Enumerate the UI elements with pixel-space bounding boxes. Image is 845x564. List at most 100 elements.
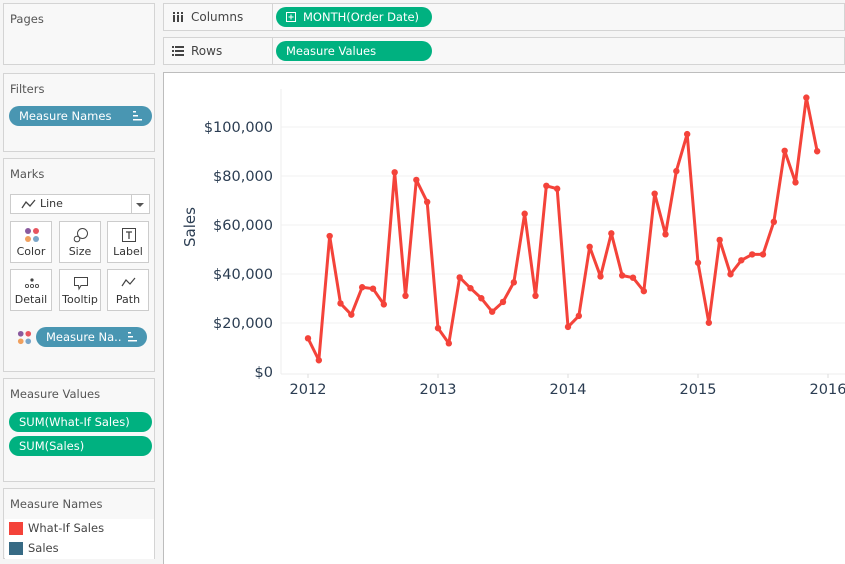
data-point[interactable] [694, 259, 702, 266]
data-point[interactable] [738, 257, 745, 264]
color-dots-icon [25, 228, 39, 242]
y-tick-label: $60,000 [213, 218, 273, 234]
data-point[interactable] [770, 218, 778, 226]
x-tick-label: 2014 [550, 382, 587, 398]
data-point[interactable] [662, 231, 669, 238]
mark-type-dropdown[interactable]: Line [10, 194, 150, 214]
chevron-down-icon[interactable] [131, 195, 149, 213]
size-button[interactable]: Size [59, 221, 101, 263]
rows-pill-label: Measure Values [286, 44, 377, 58]
data-point[interactable] [543, 182, 550, 189]
data-point[interactable] [304, 335, 312, 342]
data-point[interactable] [326, 232, 333, 240]
marks-card: Marks Line Color Size Label Detail Toolt… [3, 158, 155, 372]
data-point[interactable] [575, 312, 583, 320]
data-point[interactable] [380, 301, 388, 308]
detail-icon [24, 278, 40, 289]
data-point[interactable] [813, 148, 821, 155]
series-line-what-if-sales[interactable] [306, 96, 819, 362]
legend-swatch [9, 522, 23, 535]
data-point[interactable] [402, 292, 409, 300]
detail-button-label: Detail [14, 293, 48, 306]
y-tick-label: $100,000 [204, 120, 273, 136]
data-point[interactable] [683, 130, 691, 138]
data-point[interactable] [564, 323, 572, 331]
data-point[interactable] [716, 236, 723, 244]
data-point[interactable] [337, 300, 344, 307]
data-point[interactable] [521, 210, 528, 217]
measure-values-shelf[interactable]: Measure Values SUM(What-If Sales) SUM(Sa… [3, 378, 155, 482]
measure-pill-label: SUM(Sales) [19, 439, 85, 453]
data-point[interactable] [597, 273, 604, 280]
rows-icon [172, 46, 184, 56]
data-point[interactable] [705, 319, 713, 326]
columns-pill-month-order-date[interactable]: MONTH(Order Date) [276, 7, 432, 27]
data-point[interactable] [553, 185, 561, 192]
measure-pill-label: SUM(What-If Sales) [19, 415, 130, 429]
sort-icon [128, 332, 137, 342]
legend-label: What-If Sales [28, 521, 105, 535]
data-point[interactable] [358, 284, 366, 291]
filter-pill-measure-names[interactable]: Measure Names [9, 106, 152, 126]
columns-shelf[interactable]: Columns MONTH(Order Date) [163, 3, 845, 31]
path-button-label: Path [115, 293, 141, 306]
data-point[interactable] [499, 298, 507, 306]
data-point[interactable] [759, 251, 767, 258]
sales-line-chart[interactable]: $0 $20,000 $40,000 $60,000 $80,000 $100,000 2… [163, 72, 845, 564]
path-icon [121, 277, 136, 287]
data-point[interactable] [618, 272, 626, 279]
tooltip-button[interactable]: Tooltip [59, 269, 101, 311]
data-point[interactable] [510, 279, 518, 286]
data-point[interactable] [488, 308, 496, 315]
size-icon [73, 228, 88, 243]
data-point[interactable] [629, 274, 637, 281]
legend-title: Measure Names [10, 497, 103, 511]
data-point[interactable] [608, 230, 615, 237]
expand-plus-icon[interactable] [286, 12, 296, 22]
data-point[interactable] [803, 94, 810, 101]
data-point[interactable] [348, 311, 355, 318]
data-point[interactable] [413, 176, 420, 184]
data-point[interactable] [423, 198, 431, 206]
color-dots-icon [17, 330, 32, 345]
data-point[interactable] [445, 340, 453, 347]
label-button[interactable]: Label [107, 221, 149, 263]
data-point[interactable] [586, 243, 593, 251]
data-point[interactable] [369, 285, 377, 292]
data-point[interactable] [748, 251, 756, 258]
data-point[interactable] [315, 357, 323, 364]
chart-pane[interactable]: $0 $20,000 $40,000 $60,000 $80,000 $100,000 2… [163, 72, 845, 564]
color-button[interactable]: Color [10, 221, 52, 263]
measure-pill-what-if-sales[interactable]: SUM(What-If Sales) [9, 412, 152, 432]
label-button-label: Label [113, 245, 143, 258]
data-point[interactable] [727, 271, 734, 278]
color-button-label: Color [16, 245, 46, 258]
rows-shelf-label: Rows [164, 38, 273, 64]
pages-shelf[interactable]: Pages [3, 3, 155, 65]
filters-shelf[interactable]: Filters Measure Names [3, 73, 155, 152]
x-tick-label: 2012 [290, 382, 327, 398]
data-point[interactable] [781, 147, 788, 154]
data-point[interactable] [391, 169, 398, 176]
measure-names-legend: Measure Names What-If Sales Sales [3, 488, 155, 559]
rows-pill-measure-values[interactable]: Measure Values [276, 41, 432, 61]
data-point[interactable] [673, 167, 680, 175]
data-point[interactable] [792, 179, 799, 186]
detail-button[interactable]: Detail [10, 269, 52, 311]
measure-pill-sales[interactable]: SUM(Sales) [9, 436, 152, 456]
legend-swatch [9, 542, 23, 555]
data-point[interactable] [434, 324, 442, 332]
path-button[interactable]: Path [107, 269, 149, 311]
data-point[interactable] [651, 190, 658, 197]
data-point[interactable] [467, 285, 474, 292]
data-point[interactable] [478, 295, 485, 302]
y-tick-label: $40,000 [213, 267, 273, 283]
mark-type-label: Line [40, 197, 63, 210]
color-measure-names-pill[interactable]: Measure Na.. [36, 327, 147, 347]
rows-shelf[interactable]: Rows Measure Values [163, 37, 845, 65]
data-point[interactable] [640, 287, 648, 295]
data-point[interactable] [532, 292, 539, 300]
line-icon [21, 199, 36, 209]
legend-label: Sales [28, 541, 59, 555]
data-point[interactable] [456, 274, 463, 281]
